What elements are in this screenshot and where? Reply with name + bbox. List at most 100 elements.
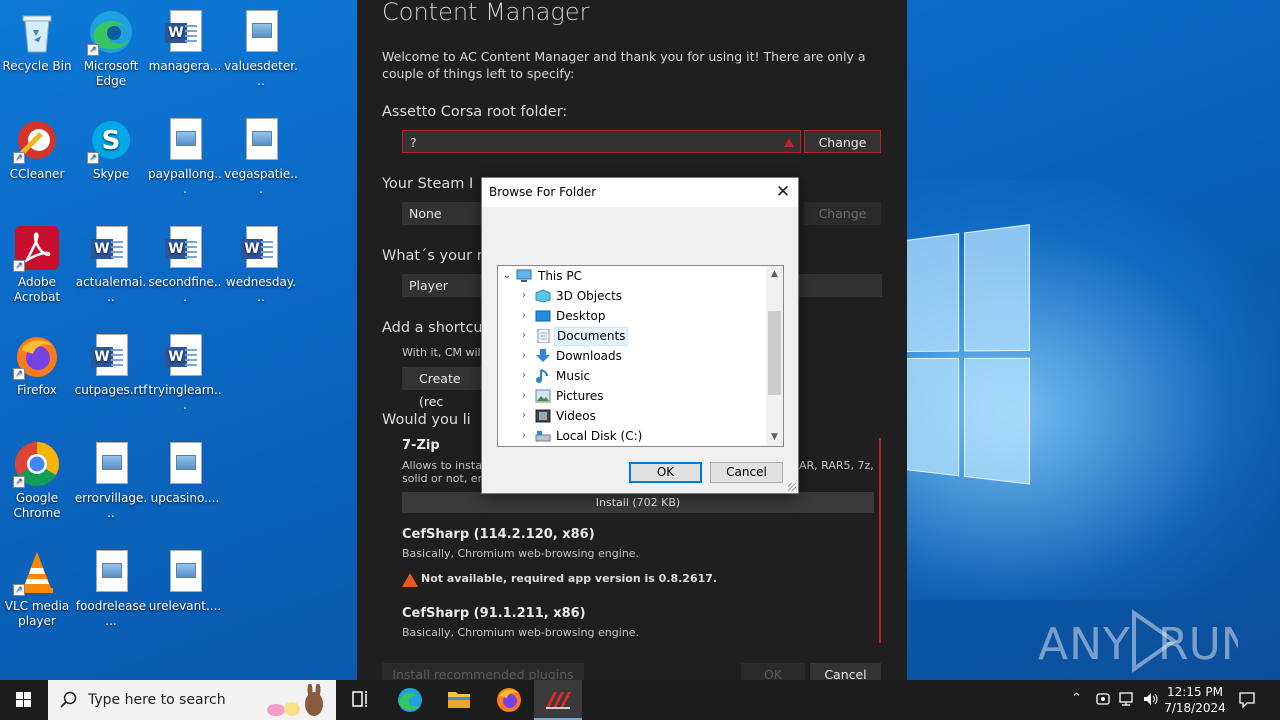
plugin-7zip-desc: Allows to instal [402,459,485,472]
desktop-icon-adobe-acrobat[interactable]: ↗ Adobe Acrobat [0,224,74,305]
svg-text:RUN: RUN [1158,619,1238,670]
taskbar-edge[interactable] [386,680,434,720]
search-icon [60,691,77,708]
desktop-icon-secondfine[interactable]: W secondfine... [148,224,222,305]
desktop-icon-firefox[interactable]: ↗ Firefox [0,332,74,398]
tree-item-pictures[interactable]: › Pictures [498,386,768,406]
desktop-icon-upcasino[interactable]: upcasino.... [148,440,222,506]
notification-icon[interactable] [1238,691,1256,713]
desktop-icon-vegaspatie[interactable]: vegaspatie... [224,116,298,197]
cm-cancel-button[interactable]: Cancel [810,663,881,680]
desktop-icon-google-chrome[interactable]: ↗ Google Chrome [0,440,74,521]
edge-icon [398,688,422,712]
documents-icon [535,328,551,344]
scroll-up-icon[interactable]: ▲ [766,266,783,283]
tree-item-downloads[interactable]: › Downloads [498,346,768,366]
search-placeholder: Type here to search [88,692,226,708]
install-recommended-button[interactable]: Install recommended plugins [382,663,584,680]
desktop-icon-paypallong[interactable]: paypallong... [148,116,222,197]
desktop-icon-recycle-bin[interactable]: Recycle Bin [0,8,74,74]
desktop-icon-cutpages[interactable]: W cutpages.rtf [74,332,148,398]
chevron-right-icon[interactable]: › [518,426,530,446]
desktop-icon [535,309,551,323]
close-icon[interactable]: ✕ [768,178,798,207]
scroll-down-icon[interactable]: ▼ [766,429,783,446]
desktop-icon-wednesday[interactable]: W wednesday... [224,224,298,305]
volume-icon[interactable] [1142,691,1160,711]
taskbar: Type here to search ⌃ 12:15 PM 7/18/2024 [0,680,1280,720]
plugin-7zip-desc-right: AR, RAR5, 7z, [799,459,874,472]
cm-ok-button[interactable]: OK [741,663,805,680]
image-file-icon [161,440,209,488]
taskbar-clock[interactable]: 12:15 PM 7/18/2024 [1160,684,1230,716]
scrollbar-thumb[interactable] [768,311,781,395]
taskbar-file-explorer[interactable] [435,680,483,720]
dialog-ok-button[interactable]: OK [629,462,702,483]
chevron-right-icon[interactable]: › [518,326,530,346]
desktop-icon-managera[interactable]: W managera... [148,8,222,74]
firefox-icon: ↗ [13,332,61,380]
steam-change-button[interactable]: Change [804,202,881,225]
windows-start-icon [16,692,31,707]
root-folder-input[interactable]: ? [402,130,801,153]
desktop-icon-foodrelease[interactable]: foodrelease... [74,548,148,629]
create-shortcut-button[interactable]: Create (rec [402,367,482,409]
tree-item-3d-objects[interactable]: › 3D Objects [498,286,768,306]
tree-item-desktop[interactable]: › Desktop [498,306,768,326]
desktop-icon-valuesdeter[interactable]: valuesdeter... [224,8,298,89]
dialog-cancel-button[interactable]: Cancel [710,462,783,483]
chevron-right-icon[interactable]: › [518,406,530,426]
desktop-icon-urelevant[interactable]: urelevant.... [148,548,222,614]
chevron-down-icon[interactable]: ⌄ [501,266,513,286]
desktop-icon-tryinglearn[interactable]: W tryinglearn... [148,332,222,413]
start-button[interactable] [0,680,48,720]
player-name-input-tail[interactable] [797,274,882,297]
taskbar-firefox[interactable] [485,680,533,720]
tree-item-music[interactable]: › Music [498,366,768,386]
chevron-right-icon[interactable]: › [518,306,530,326]
change-root-button[interactable]: Change [804,130,881,153]
music-icon [535,369,551,383]
folder-tree[interactable]: ⌄ This PC › 3D Objects › Desktop › Docum… [497,265,784,447]
tree-item-this-pc[interactable]: ⌄ This PC [498,266,768,286]
chevron-right-icon[interactable]: › [518,286,530,306]
svg-text:S: S [102,126,121,156]
root-folder-heading: Assetto Corsa root folder: [382,104,568,120]
word-document-icon: W [237,224,285,272]
taskbar-content-manager[interactable] [534,680,582,720]
resize-grip-icon[interactable] [788,483,796,491]
install-7zip-button[interactable]: Install (702 KB) [402,492,874,513]
image-file-icon [161,548,209,596]
search-highlight-bunny-icon [267,684,323,716]
taskbar-search-box[interactable]: Type here to search [48,680,336,720]
vlc-icon: ↗ [13,548,61,596]
downloads-icon [535,349,551,363]
desktop-icon-vlc[interactable]: ↗ VLC media player [0,548,74,629]
plugin-7zip-desc2: solid or not, en [402,472,485,485]
player-name-input[interactable]: Player [402,274,482,297]
task-view-button[interactable] [336,680,384,720]
firefox-icon [497,688,521,712]
chevron-right-icon[interactable]: › [518,346,530,366]
desktop-icon-errorvillage[interactable]: errorvillage... [74,440,148,521]
desktop-icon-ccleaner[interactable]: ↗ CCleaner [0,116,74,182]
tree-item-videos[interactable]: › Videos [498,406,768,426]
steam-id-select[interactable]: None [402,202,482,225]
name-heading: What´s your n [382,248,486,264]
desktop-icon-actualemai[interactable]: W actualemai... [74,224,148,305]
desktop-icon-skype[interactable]: S ↗ Skype [74,116,148,182]
plugin-warning-text: Not available, required app version is 0… [421,572,718,585]
tree-item-documents[interactable]: › Documents [498,326,768,346]
network-icon[interactable] [1118,691,1136,711]
root-folder-value: ? [410,135,417,150]
chevron-up-icon[interactable]: ⌃ [1071,691,1082,706]
meet-now-icon[interactable] [1095,691,1111,711]
plugins-heading: Would you li [382,412,471,428]
acrobat-icon: ↗ [13,224,61,272]
pictures-icon [535,389,551,403]
tree-item-local-disk[interactable]: › Local Disk (C:) [498,426,768,446]
chevron-right-icon[interactable]: › [518,386,530,406]
tree-scrollbar[interactable]: ▲ ▼ [766,266,783,446]
desktop-icon-microsoft-edge[interactable]: ↗ Microsoft Edge [74,8,148,89]
chevron-right-icon[interactable]: › [518,366,530,386]
